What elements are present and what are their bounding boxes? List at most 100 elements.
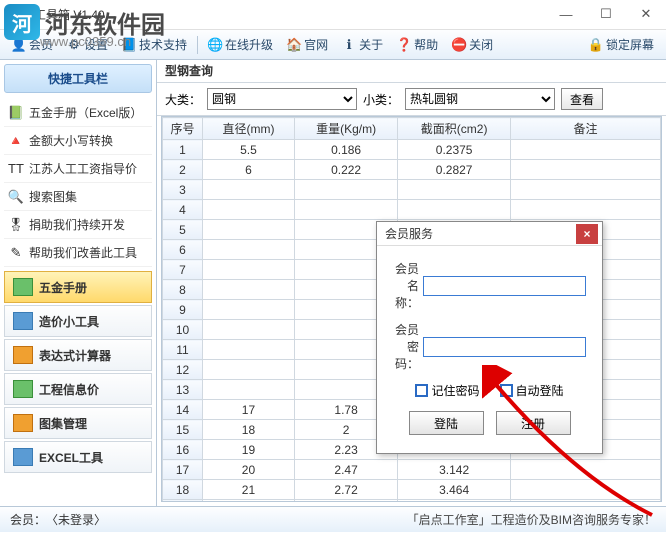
cell [398,200,511,220]
dialog-title: 会员服务 [377,222,602,246]
cell: 19 [203,440,295,460]
col-header[interactable]: 直径(mm) [203,118,295,140]
sidebar-nav-expr-calc[interactable]: 表达式计算器 [4,339,152,371]
lock-icon: 🔒 [589,38,603,52]
cell [203,200,295,220]
dialog-close-button[interactable]: × [576,224,598,244]
view-button[interactable]: 查看 [561,88,603,110]
tb-label: 技术支持 [139,36,187,53]
sidebar-nav-label: 五金手册 [39,279,87,296]
filter-bar: 大类： 圆钢 小类： 热轧圆钢 查看 [157,83,666,116]
tb-close[interactable]: ⛔关闭 [446,33,499,56]
cell: 17 [203,400,295,420]
sidebar-nav-label: EXCEL工具 [39,449,103,466]
checkbox-icon [500,384,513,397]
cell [511,460,661,480]
manual-excel-icon: 📗 [8,105,24,121]
login-button[interactable]: 登陆 [409,411,484,435]
cell: 17 [163,460,203,480]
cell: 14 [163,400,203,420]
cat2-select[interactable]: 热轧圆钢 [405,88,555,110]
sidebar-nav-hardware-manual[interactable]: 五金手册 [4,271,152,303]
tb-label: 在线升级 [225,36,273,53]
col-header[interactable]: 备注 [511,118,661,140]
table-row[interactable]: 19222.983.801 [163,500,661,503]
cost-tools-icon [13,312,33,330]
search-atlas-icon: 🔍 [8,189,24,205]
autologin-label: 自动登陆 [516,382,564,399]
sidebar-item-feedback[interactable]: ✎ 帮助我们改善此工具 [4,239,152,267]
cell: 3.142 [398,460,511,480]
member-pwd-input[interactable] [423,337,586,357]
autologin-checkbox[interactable]: 自动登陆 [500,382,564,399]
sidebar-nav-label: 表达式计算器 [39,347,111,364]
sidebar-item-manual-excel[interactable]: 📗五金手册（Excel版） [4,99,152,127]
cell: 16 [163,440,203,460]
sidebar-header: 快捷工具栏 [4,64,152,93]
table-row[interactable]: 17202.473.142 [163,460,661,480]
sidebar-item-jiangsu-wage[interactable]: TT 江苏人工工资指导价 [4,155,152,183]
tb-upgrade[interactable]: 🌐在线升级 [202,33,279,56]
maximize-button[interactable]: ☐ [586,0,626,28]
sidebar-nav-project-price[interactable]: 工程信息价 [4,373,152,405]
minimize-button[interactable]: — [546,0,586,28]
sidebar-item-donate[interactable]: 🎖捐助我们持续开发 [4,211,152,239]
cell [203,280,295,300]
titlebar: 造价工具箱 V1.40 — ☐ ✕ [0,0,666,30]
sidebar-nav-excel-tools[interactable]: EXCEL工具 [4,441,152,473]
table-row[interactable]: 3 [163,180,661,200]
hardware-manual-icon [13,278,33,296]
sidebar-item-amount-convert[interactable]: 🔺金额大小写转换 [4,127,152,155]
table-row[interactable]: 15.50.1860.2375 [163,140,661,160]
table-row[interactable]: 18212.723.464 [163,480,661,500]
sidebar-nav-cost-tools[interactable]: 造价小工具 [4,305,152,337]
window-title: 造价工具箱 V1.40 [10,6,105,23]
cell: 2.47 [294,460,397,480]
cell [511,200,661,220]
dialog-body: 会员名称： 会员密码： 记住密码 自动登陆 登陆 注册 [377,246,602,453]
tb-lock-screen[interactable]: 🔒锁定屏幕 [583,33,660,56]
table-row[interactable]: 260.2220.2827 [163,160,661,180]
cell: 2 [163,160,203,180]
cell [294,200,397,220]
cell [511,480,661,500]
tb-label: 帮助 [414,36,438,53]
sidebar-nav-list: 五金手册造价小工具表达式计算器工程信息价图集管理 EXCEL工具 [0,271,156,473]
tb-help[interactable]: ❓帮助 [391,33,444,56]
cell: 0.222 [294,160,397,180]
remember-label: 记住密码 [431,382,479,399]
member-name-label: 会员名称： [393,260,419,311]
cat1-select[interactable]: 圆钢 [207,88,357,110]
cell [203,380,295,400]
tb-about[interactable]: ℹ关于 [336,33,389,56]
globe-icon: 🌐 [208,38,222,52]
col-header[interactable]: 截面积(cm2) [398,118,511,140]
stop-icon: ⛔ [452,38,466,52]
main-title: 型钢查询 [157,60,666,83]
table-row[interactable]: 4 [163,200,661,220]
cell: 18 [163,480,203,500]
remember-checkbox[interactable]: 记住密码 [415,382,479,399]
tb-homepage[interactable]: 🏠官网 [281,33,334,56]
cell: 0.2827 [398,160,511,180]
feedback-icon: ✎ [8,245,24,261]
register-button[interactable]: 注册 [496,411,571,435]
sidebar-item-search-atlas[interactable]: 🔍搜索图集 [4,183,152,211]
status-member-label: 会员： [10,511,46,528]
member-name-input[interactable] [423,276,586,296]
cell: 1 [163,140,203,160]
jiangsu-wage-icon: TT [8,161,24,177]
close-window-button[interactable]: ✕ [626,0,666,28]
col-header[interactable]: 序号 [163,118,203,140]
sidebar-item-label: 江苏人工工资指导价 [29,160,137,177]
sidebar-nav-atlas-mgmt[interactable]: 图集管理 [4,407,152,439]
cell [203,340,295,360]
cell: 8 [163,280,203,300]
sidebar-item-label: 帮助我们改善此工具 [29,244,137,261]
separator [197,36,198,54]
sidebar-item-label: 捐助我们持续开发 [29,216,125,233]
cell [294,180,397,200]
col-header[interactable]: 重量(Kg/m) [294,118,397,140]
cell: 0.2375 [398,140,511,160]
cell: 5 [163,220,203,240]
